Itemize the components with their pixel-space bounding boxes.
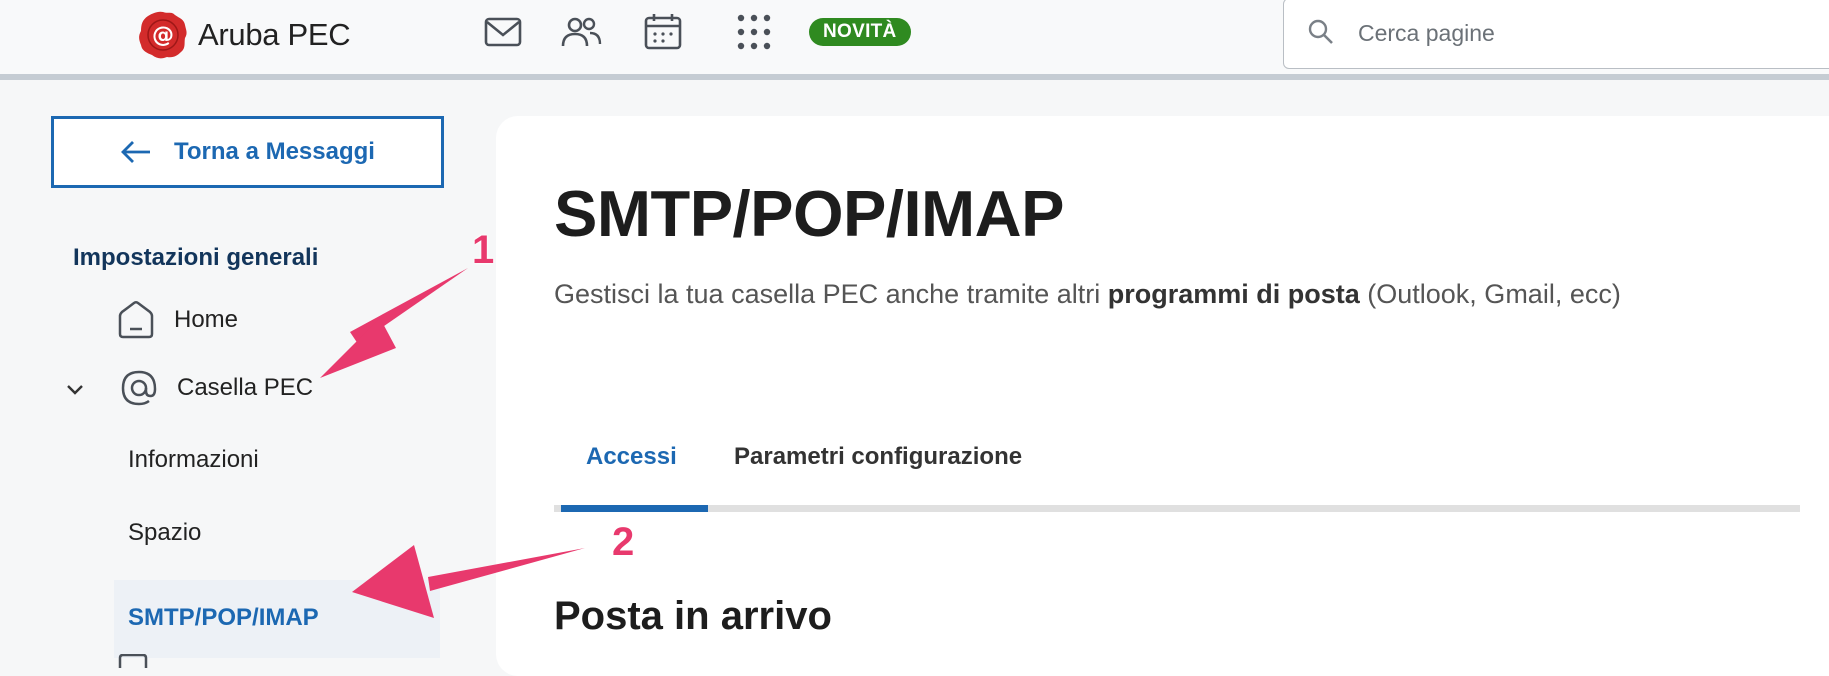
search-icon — [1308, 19, 1333, 44]
tab-track — [554, 505, 1800, 512]
sidebar-next-item-icon — [118, 654, 148, 668]
svg-text:@: @ — [152, 23, 174, 48]
arrow-left-icon — [121, 141, 151, 163]
section-title-posta-in-arrivo: Posta in arrivo — [554, 594, 832, 638]
sidebar-subitem-smtp-pop-imap[interactable]: SMTP/POP/IMAP — [114, 580, 440, 658]
sidebar-subitem-label: SMTP/POP/IMAP — [128, 604, 319, 631]
description-prefix: Gestisci la tua casella PEC anche tramit… — [554, 279, 1108, 309]
contacts-icon[interactable] — [559, 12, 603, 52]
apps-grid-icon[interactable] — [733, 12, 777, 52]
aruba-logo-icon: @ — [139, 11, 187, 59]
sidebar-item-label: Casella PEC — [177, 374, 314, 401]
back-to-messages-button[interactable]: Torna a Messaggi — [51, 116, 444, 188]
tab-accessi[interactable]: Accessi — [586, 443, 677, 471]
sidebar-subitem-spazio[interactable]: Spazio — [128, 519, 201, 547]
home-icon — [118, 301, 154, 339]
sidebar-heading-general-settings: Impostazioni generali — [73, 244, 319, 271]
active-tab-indicator — [561, 505, 708, 512]
at-sign-icon — [121, 370, 157, 406]
mail-icon[interactable] — [481, 12, 525, 52]
brand[interactable]: @ Aruba PEC — [138, 10, 351, 60]
chevron-down-icon[interactable] — [64, 379, 86, 401]
annotation-arrow-1 — [320, 268, 468, 378]
calendar-icon[interactable] — [641, 12, 685, 52]
sidebar-subitem-informazioni[interactable]: Informazioni — [128, 446, 259, 474]
description-bold: programmi di posta — [1107, 279, 1360, 309]
sidebar-item-home[interactable]: Home — [116, 300, 238, 340]
search-input[interactable] — [1356, 9, 1820, 57]
new-badge[interactable]: NOVITÀ — [809, 18, 911, 46]
page-title: SMTP/POP/IMAP — [554, 177, 1064, 250]
description-suffix: (Outlook, Gmail, ecc) — [1359, 279, 1621, 309]
page-description: Gestisci la tua casella PEC anche tramit… — [554, 279, 1621, 310]
tab-parametri-configurazione[interactable]: Parametri configurazione — [734, 443, 1022, 471]
annotation-marker-1: 1 — [472, 228, 495, 272]
search-box[interactable] — [1283, 0, 1829, 69]
back-button-label: Torna a Messaggi — [174, 138, 375, 165]
annotation-marker-2: 2 — [612, 520, 635, 564]
sidebar-item-casella-pec[interactable]: Casella PEC — [119, 368, 313, 408]
sidebar-item-label: Home — [174, 306, 239, 333]
brand-name: Aruba PEC — [198, 17, 351, 52]
top-bar: @ Aruba PEC NOVITÀ — [0, 0, 1829, 80]
